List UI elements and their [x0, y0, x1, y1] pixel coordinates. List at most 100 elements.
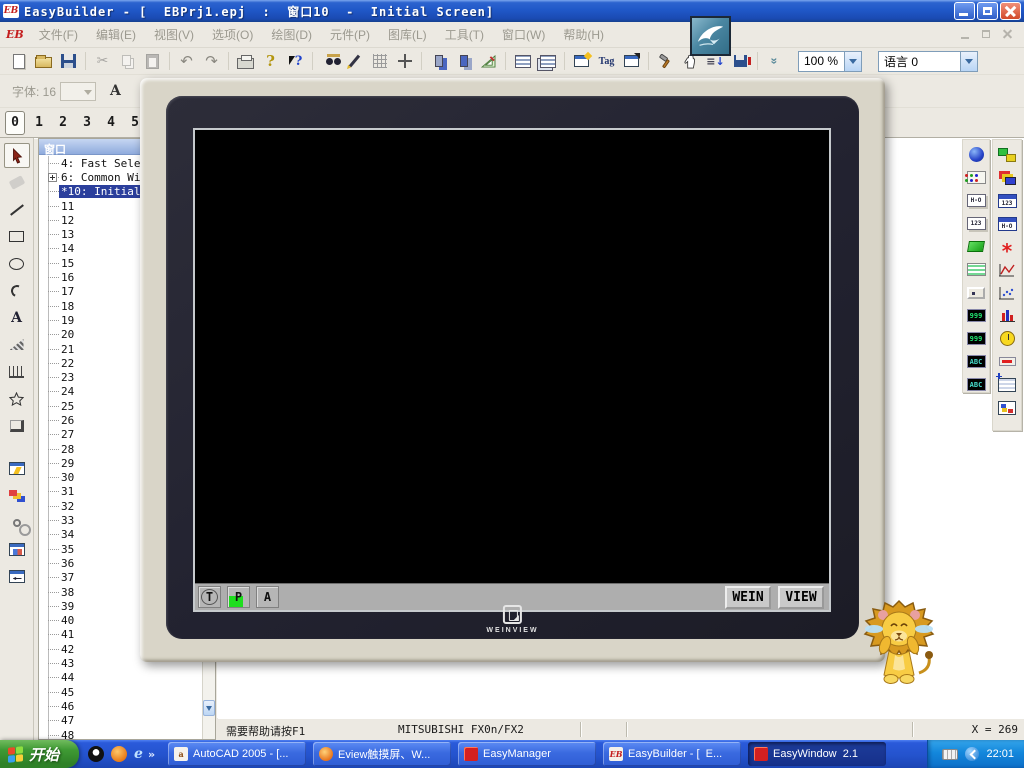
system-message-button[interactable]	[995, 167, 1019, 188]
send-back-button[interactable]	[452, 50, 475, 72]
tray-collapse-icon[interactable]	[965, 747, 979, 761]
text-tool[interactable]: A	[4, 305, 30, 330]
tag-button[interactable]: Tag	[595, 50, 618, 72]
language-dropdown-arrow[interactable]	[960, 52, 977, 71]
start-button[interactable]: 开始	[0, 740, 79, 768]
alarm-bar-button[interactable]	[995, 351, 1019, 372]
tree-expand-icon[interactable]	[48, 173, 57, 182]
word-lamp-button[interactable]	[964, 167, 988, 188]
hmi-task-button[interactable]: A	[256, 586, 279, 608]
window-properties-button[interactable]	[620, 50, 643, 72]
polygon-tool[interactable]	[4, 386, 30, 411]
toggle-switch-button[interactable]: H-O	[964, 190, 988, 211]
pattern-tool[interactable]	[4, 332, 30, 357]
state-button[interactable]: 4	[101, 111, 121, 135]
bit-lamp-button[interactable]	[964, 144, 988, 165]
function-key-button[interactable]	[964, 236, 988, 257]
tree-item[interactable]: 44	[39, 671, 202, 685]
window-outline2-button[interactable]	[536, 50, 559, 72]
palette-tool[interactable]	[4, 483, 30, 508]
snap-button[interactable]	[393, 50, 416, 72]
numeric-window-button[interactable]: 123	[995, 190, 1019, 211]
zoom-dropdown-arrow[interactable]	[844, 52, 861, 71]
menu-item[interactable]: 窗口(W)	[493, 22, 554, 47]
bitmap-tool[interactable]	[4, 537, 30, 562]
tree-item[interactable]: 46	[39, 699, 202, 713]
group-tool[interactable]	[4, 510, 30, 535]
alarm-display-button[interactable]: *	[995, 236, 1019, 257]
menu-item[interactable]: 选项(O)	[203, 22, 262, 47]
pen-button[interactable]	[343, 50, 366, 72]
meter-display-button[interactable]	[995, 328, 1019, 349]
menu-item[interactable]: 工具(T)	[436, 22, 493, 47]
ascii-display-button[interactable]: ABC	[964, 374, 988, 395]
assistant-mascot[interactable]	[853, 599, 945, 691]
save-button[interactable]	[57, 50, 80, 72]
compile-button[interactable]	[654, 50, 677, 72]
print-button[interactable]	[234, 50, 257, 72]
ellipse-tool[interactable]	[4, 251, 30, 276]
bar-graph-button[interactable]	[995, 305, 1019, 326]
grid-button[interactable]	[368, 50, 391, 72]
select-tool[interactable]	[4, 143, 30, 168]
context-help-button[interactable]: ?	[284, 50, 307, 72]
tree-item[interactable]: 45	[39, 685, 202, 699]
help-button[interactable]: ?	[259, 50, 282, 72]
restore-button[interactable]	[977, 2, 998, 20]
tree-item[interactable]: 47	[39, 714, 202, 728]
scale-tool[interactable]	[4, 359, 30, 384]
function-key-tool[interactable]	[4, 456, 30, 481]
task-button[interactable]: a AutoCAD 2005 - [...	[168, 742, 306, 766]
state-button[interactable]: 3	[77, 111, 97, 135]
scroll-down-button[interactable]	[203, 700, 215, 716]
ruler-button[interactable]	[477, 50, 500, 72]
toolbar-overflow-button[interactable]: »	[763, 50, 786, 72]
hmi-screen[interactable]: T P A WEIN VIEW	[193, 128, 831, 612]
state-button[interactable]: 1	[29, 111, 49, 135]
arc-tool[interactable]	[4, 278, 30, 303]
quick-launch-overflow-icon[interactable]: »	[148, 748, 155, 761]
event-log-button[interactable]	[995, 374, 1019, 395]
new-window-button[interactable]	[570, 50, 593, 72]
menu-item[interactable]: 视图(V)	[145, 22, 203, 47]
minimize-button[interactable]	[954, 2, 975, 20]
menu-item[interactable]: 绘图(D)	[262, 22, 321, 47]
internet-explorer-icon[interactable]: e	[134, 746, 143, 762]
plc-control-button[interactable]	[995, 144, 1019, 165]
ascii-input-button[interactable]: ABC	[964, 351, 988, 372]
menu-item[interactable]: 元件(P)	[321, 22, 379, 47]
state-button[interactable]: 0	[5, 111, 25, 135]
trend-display-button[interactable]	[995, 259, 1019, 280]
hmi-task-button[interactable]: T	[198, 586, 221, 608]
rectangle-tool[interactable]	[4, 224, 30, 249]
zoom-select[interactable]: 100 %	[798, 51, 862, 72]
import-tool[interactable]	[4, 564, 30, 589]
font-style-button[interactable]: A	[110, 83, 121, 99]
frame-tool[interactable]	[4, 413, 30, 438]
xy-plot-button[interactable]	[995, 282, 1019, 303]
numeric-display-button[interactable]: 999	[964, 305, 988, 326]
keyboard-tray-icon[interactable]	[942, 749, 958, 760]
task-button[interactable]: EB EasyBuilder - [ E...	[603, 742, 741, 766]
state-button[interactable]: 2	[53, 111, 73, 135]
numeric-display2-button[interactable]: 999	[964, 328, 988, 349]
menu-item[interactable]: 帮助(H)	[554, 22, 613, 47]
task-button[interactable]: EasyManager	[458, 742, 596, 766]
line-tool[interactable]	[4, 197, 30, 222]
task-button[interactable]: Eview触摸屏、W...	[313, 742, 451, 766]
window-outline-button[interactable]	[511, 50, 534, 72]
tree-item[interactable]: 48	[39, 728, 202, 739]
data-transfer-button[interactable]	[995, 397, 1019, 418]
wein-button[interactable]: WEIN	[725, 586, 771, 609]
language-select[interactable]: 语言 0	[878, 51, 978, 72]
task-button[interactable]: EasyWindow 2.1	[748, 742, 886, 766]
menu-item[interactable]: 文件(F)	[30, 22, 87, 47]
switch-window-button[interactable]: H-O	[995, 213, 1019, 234]
hmi-task-button[interactable]: P	[227, 586, 250, 608]
menu-item[interactable]: 编辑(E)	[87, 22, 145, 47]
open-button[interactable]	[32, 50, 55, 72]
download-button[interactable]	[729, 50, 752, 72]
view-button[interactable]: VIEW	[778, 586, 824, 609]
new-button[interactable]	[7, 50, 30, 72]
indirect-window-button[interactable]	[964, 282, 988, 303]
